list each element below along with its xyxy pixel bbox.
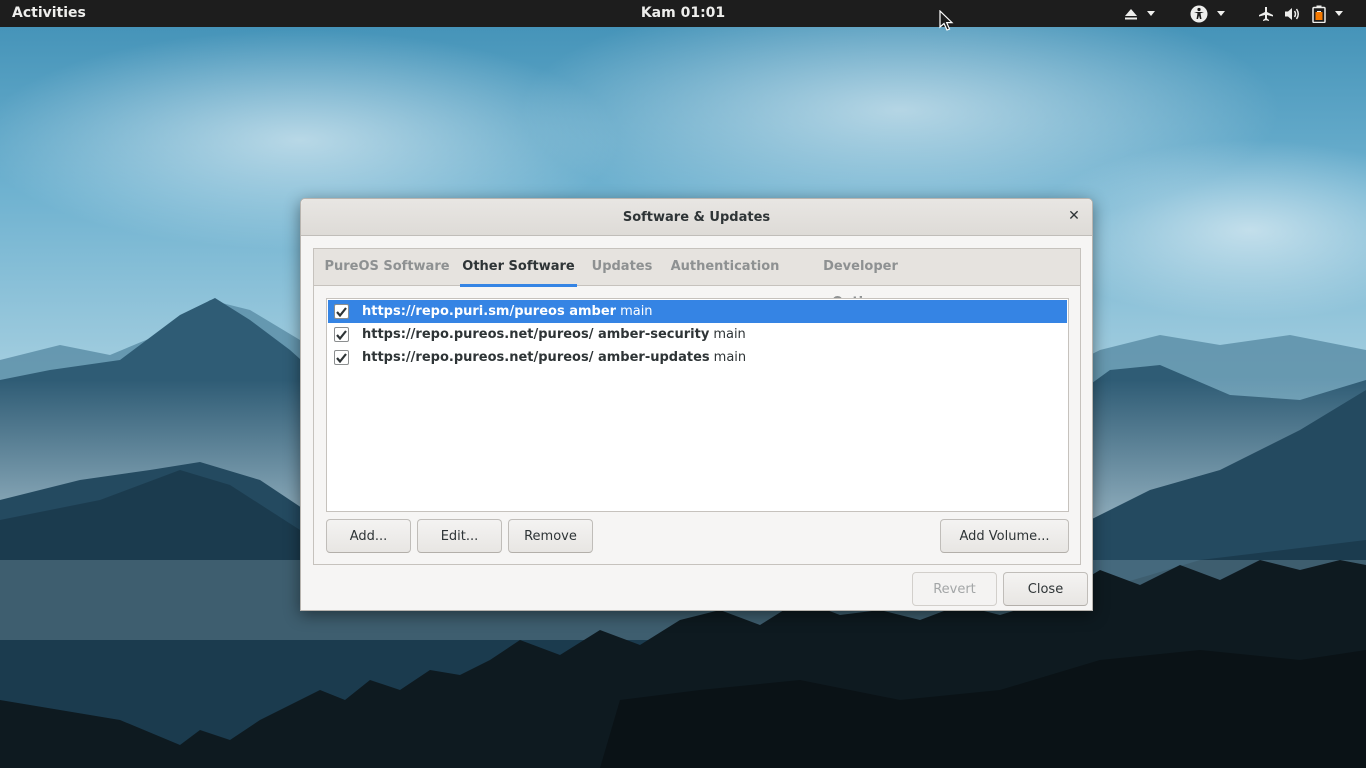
source-checkbox[interactable] (334, 327, 349, 342)
tab-other-software[interactable]: Other Software (460, 249, 577, 287)
tab-developer-options[interactable]: Developer Options (794, 249, 927, 310)
volume-icon (1285, 7, 1299, 20)
tab-bar: PureOS Software Other Software Updates A… (314, 249, 1080, 310)
top-bar: Activities Kam 01:01 (0, 0, 1366, 27)
checkmark-icon (336, 352, 347, 363)
tab-updates[interactable]: Updates (588, 249, 656, 286)
list-item[interactable]: https://repo.pureos.net/pureos/ amber-se… (328, 323, 1067, 346)
source-url: https://repo.pureos.net/pureos/ amber-se… (362, 327, 710, 342)
mouse-pointer-icon (939, 10, 954, 31)
source-checkbox[interactable] (334, 350, 349, 365)
source-checkbox[interactable] (334, 304, 349, 319)
tab-pureos-software[interactable]: PureOS Software (323, 249, 451, 286)
accessibility-menu[interactable] (1190, 4, 1225, 23)
system-menu[interactable] (1258, 4, 1343, 23)
eject-menu[interactable] (1124, 4, 1155, 23)
add-volume-button[interactable]: Add Volume... (940, 519, 1069, 553)
source-component: main (713, 327, 746, 342)
close-icon[interactable]: ✕ (1065, 207, 1083, 225)
activities-button[interactable]: Activities (12, 5, 86, 21)
source-url: https://repo.pureos.net/pureos/ amber-up… (362, 350, 710, 365)
eject-icon (1125, 8, 1137, 19)
dialog-titlebar[interactable]: Software & Updates ✕ (301, 199, 1092, 236)
software-updates-dialog: Software & Updates ✕ PureOS Software Oth… (300, 198, 1093, 611)
close-button[interactable]: Close (1003, 572, 1088, 606)
accessibility-icon (1190, 5, 1208, 22)
chevron-down-icon (1217, 11, 1225, 16)
chevron-down-icon (1335, 11, 1343, 16)
checkmark-icon (336, 329, 347, 340)
remove-button[interactable]: Remove (508, 519, 593, 553)
software-sources-list: https://repo.puri.sm/pureos amber main h… (326, 298, 1069, 512)
clock[interactable]: Kam 01:01 (641, 5, 725, 21)
battery-icon (1312, 5, 1326, 23)
edit-button[interactable]: Edit... (417, 519, 502, 553)
tab-notebook: PureOS Software Other Software Updates A… (313, 248, 1081, 565)
checkmark-icon (336, 306, 347, 317)
chevron-down-icon (1147, 11, 1155, 16)
source-component: main (620, 304, 653, 319)
add-button[interactable]: Add... (326, 519, 411, 553)
list-item[interactable]: https://repo.pureos.net/pureos/ amber-up… (328, 346, 1067, 369)
revert-button[interactable]: Revert (912, 572, 997, 606)
list-item[interactable]: https://repo.puri.sm/pureos amber main (328, 300, 1067, 323)
source-url: https://repo.puri.sm/pureos amber (362, 304, 617, 319)
source-component: main (713, 350, 747, 365)
tab-authentication[interactable]: Authentication (670, 249, 780, 286)
dialog-title: Software & Updates (622, 210, 771, 225)
airplane-mode-icon (1259, 6, 1273, 21)
